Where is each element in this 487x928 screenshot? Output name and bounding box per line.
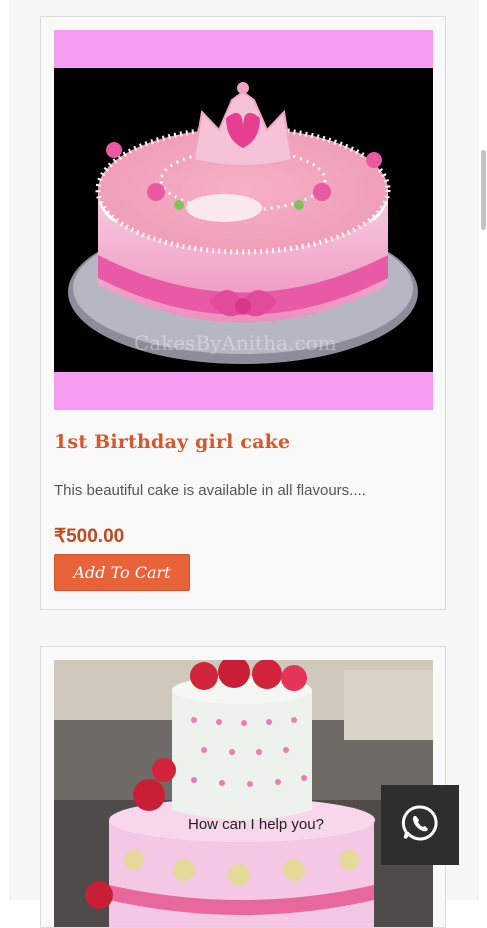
product-card: CakesByAnitha.com 1st Birthday girl cake… [40,16,446,610]
product-description: This beautiful cake is available in all … [54,482,366,499]
scrollbar-thumb[interactable] [481,150,486,230]
add-to-cart-button[interactable]: Add To Cart [54,554,190,591]
whatsapp-icon [400,803,440,848]
product-price: ₹500.00 [54,526,125,547]
scrollbar[interactable] [479,0,487,900]
product-image[interactable] [54,660,433,927]
product-image[interactable]: CakesByAnitha.com [54,30,433,410]
chat-prompt[interactable]: How can I help you? [188,816,324,833]
watermark: CakesByAnitha.com [134,331,337,355]
whatsapp-chat-button[interactable] [381,785,459,865]
product-title[interactable]: 1st Birthday girl cake [54,431,290,453]
